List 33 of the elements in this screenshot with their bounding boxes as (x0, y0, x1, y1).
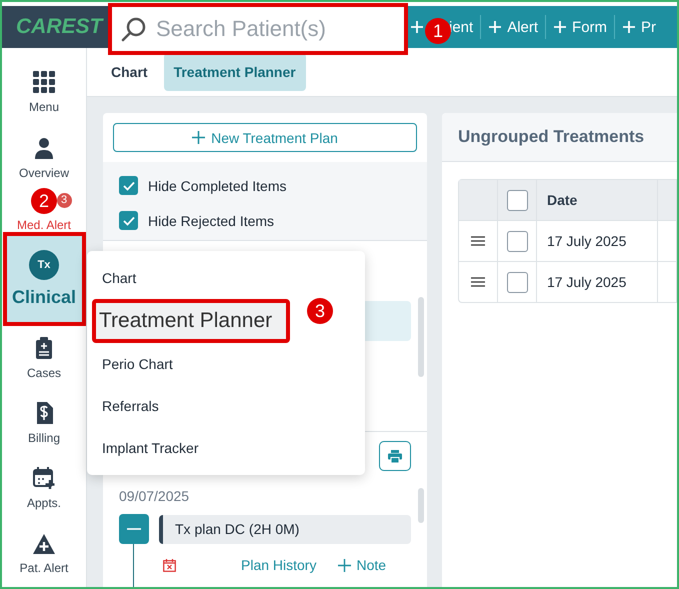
step-marker: 2 (31, 188, 57, 214)
filter-label: Hide Completed Items (148, 178, 287, 194)
dropdown-option[interactable]: Chart (92, 257, 360, 299)
filter-label: Hide Rejected Items (148, 212, 274, 228)
plan-title[interactable]: Tx plan DC (2H 0M) (159, 514, 411, 544)
sidebar-item[interactable]: Cases (2, 326, 86, 391)
new-treatment-plan-button[interactable]: New Treatment Plan (113, 123, 417, 152)
panel-title: Ungrouped Treatments (458, 127, 644, 147)
plan-date: 09/07/2025 (119, 488, 190, 504)
add-action-button[interactable]: Form (546, 15, 616, 39)
tab[interactable]: Chart (101, 53, 158, 91)
sidebar-item[interactable]: Tx Clinical (2, 232, 86, 326)
dropdown-option[interactable]: Referrals (92, 385, 360, 427)
plan-history-link[interactable]: Plan History (241, 557, 316, 573)
add-action-button[interactable]: Pr (615, 15, 664, 39)
tx-icon: Tx (29, 250, 59, 280)
sidebar-item[interactable]: Pat. Alert (2, 522, 86, 587)
add-action-button[interactable]: Alert (481, 15, 546, 39)
logo: CAREST (16, 15, 102, 39)
dropdown-option[interactable]: Treatment Planner (92, 299, 290, 343)
add-note-link[interactable]: Note (338, 557, 386, 573)
dropdown-option[interactable]: Perio Chart (92, 343, 360, 385)
search-field[interactable]: Search Patient(s) (108, 3, 408, 55)
sidebar-item[interactable]: Appts. (2, 456, 86, 522)
date-cell: 17 July 2025 (546, 274, 626, 290)
sidebar-item[interactable]: Overview (2, 125, 86, 191)
sidebar-item[interactable]: Billing (2, 390, 86, 456)
count-badge: 3 (56, 192, 72, 208)
sidebar-item[interactable]: Menu (2, 60, 86, 126)
dropdown-option[interactable]: Implant Tracker (92, 427, 360, 469)
tab[interactable]: Treatment Planner (164, 53, 306, 91)
column-header: Date (546, 192, 578, 208)
date-cell: 17 July 2025 (546, 233, 626, 249)
